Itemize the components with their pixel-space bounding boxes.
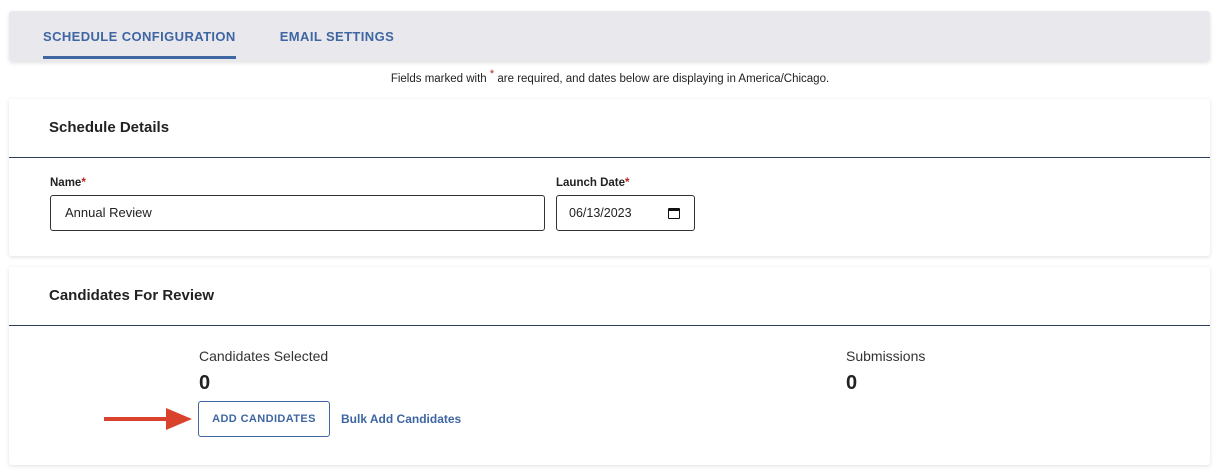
card-title: Candidates For Review — [49, 287, 215, 304]
submissions-label: Submissions — [846, 348, 926, 364]
bulk-add-candidates-link[interactable]: Bulk Add Candidates — [341, 412, 461, 426]
launch-date-value: 06/13/2023 — [569, 206, 632, 220]
tab-label: SCHEDULE CONFIGURATION — [43, 28, 236, 44]
divider — [9, 325, 1210, 326]
name-label: Name* — [50, 177, 86, 189]
candidates-card: Candidates For Review Candidates Selecte… — [9, 267, 1210, 465]
red-arrow-icon — [104, 408, 192, 430]
required-fields-notice: Fields marked with * are required, and d… — [0, 69, 1220, 85]
launch-date-label-text: Launch Date — [556, 177, 626, 189]
launch-date-label: Launch Date* — [556, 177, 630, 189]
tab-label: EMAIL SETTINGS — [279, 28, 395, 44]
tab-bar: SCHEDULE CONFIGURATION EMAIL SETTINGS — [9, 11, 1210, 61]
name-label-text: Name — [50, 177, 82, 189]
required-star-icon: * — [81, 177, 86, 189]
notice-text-before: Fields marked with — [390, 73, 487, 85]
divider — [9, 157, 1210, 158]
required-star-icon: * — [489, 68, 495, 81]
calendar-icon[interactable] — [668, 208, 680, 219]
notice-text-after: are required, and dates below are displa… — [497, 73, 830, 85]
schedule-details-card: Schedule Details Name* Annual Review Lau… — [9, 99, 1210, 256]
required-star-icon: * — [625, 177, 630, 189]
candidates-selected-label: Candidates Selected — [199, 348, 329, 364]
candidates-selected-value: 0 — [199, 372, 211, 394]
card-title: Schedule Details — [49, 119, 170, 136]
submissions-value: 0 — [846, 372, 858, 394]
tab-schedule-configuration[interactable]: SCHEDULE CONFIGURATION — [43, 11, 236, 61]
launch-date-input[interactable]: 06/13/2023 — [556, 195, 695, 231]
tab-email-settings[interactable]: EMAIL SETTINGS — [280, 11, 394, 61]
add-candidates-button[interactable]: ADD CANDIDATES — [198, 401, 330, 437]
name-input[interactable]: Annual Review — [50, 195, 545, 231]
